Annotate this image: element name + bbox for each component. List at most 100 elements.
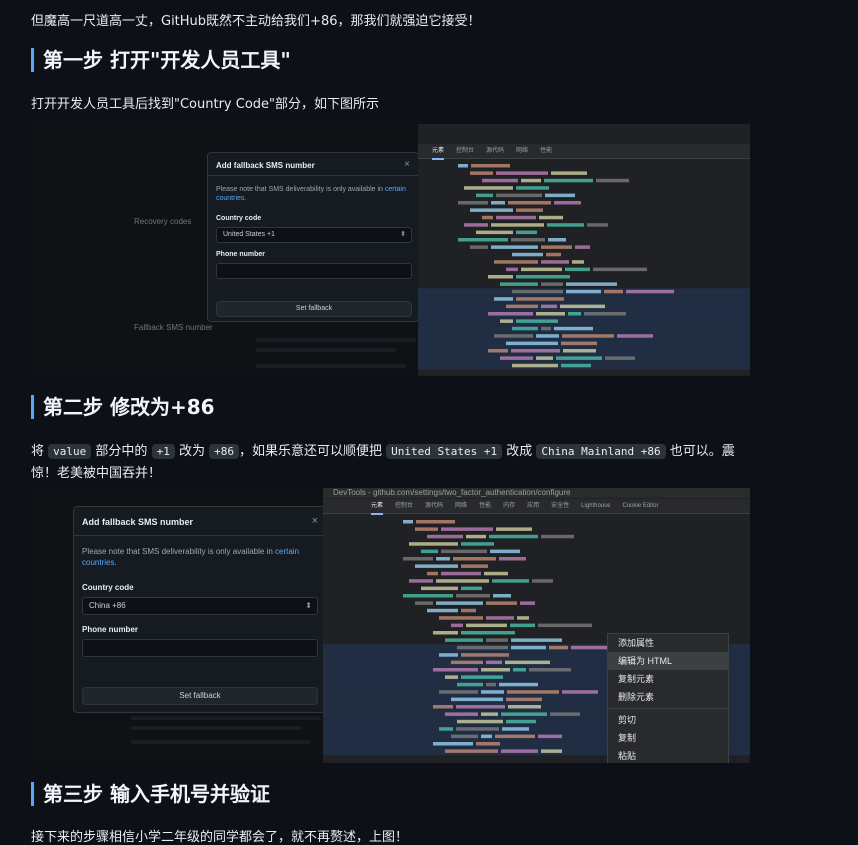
code-token [516,275,570,279]
set-fallback-button[interactable]: Set fallback [216,301,412,317]
intro-text: 但魔高一尺道高一丈，GitHub既然不主动给我们+86，那我们就强迫它接受！ [31,14,481,29]
code-token [545,193,575,198]
code-token [572,260,584,264]
modal-title: Add fallback SMS number [216,161,315,170]
code-token [445,675,458,679]
code-token [456,727,499,731]
code-token [538,623,592,628]
code-token [464,223,488,227]
code-token [521,267,562,272]
code-token [491,223,544,227]
code-token [439,727,453,731]
phone-number-input[interactable] [216,263,412,279]
context-menu-item-5[interactable]: 复制 [608,729,728,747]
code-token [626,289,674,294]
code-token [516,230,537,235]
code-token [496,193,542,198]
code-token [441,527,493,531]
devtools-panel-2: DevTools - github.com/settings/two_facto… [323,488,750,763]
code-token [458,238,508,242]
code-token [617,334,653,338]
code-token [584,312,626,316]
code-token [433,705,453,709]
code-token [556,356,602,360]
code-token [461,564,488,568]
code-token [494,260,538,264]
code-token [486,616,514,620]
code-token [536,312,565,316]
code-token [482,215,493,220]
code-token [489,534,538,539]
country-code-select[interactable]: United States +1 ⬍ [216,227,412,243]
code-token [500,356,533,360]
step2-desc-line2: 惊！老美被中国吞并！ [31,466,162,481]
code-china-mainland: China Mainland +86 [536,444,666,459]
code-token [541,534,574,539]
code-token [516,319,558,323]
code-token [481,712,498,716]
set-fallback-button-2[interactable]: Set fallback [82,687,318,705]
code-token [458,164,468,168]
context-menu-item-1[interactable]: 编辑为 HTML [608,652,728,670]
context-menu-item-4[interactable]: 剪切 [608,711,728,729]
code-token [544,178,593,183]
phone-number-input-2[interactable] [82,639,318,657]
country-code-label: Country code [216,215,262,222]
code-token [513,668,526,672]
country-code-select-2[interactable]: China +86 ⬍ [82,597,318,615]
code-token [470,171,493,175]
step2-heading: 第二步 修改为+86 [31,395,215,419]
code-token [415,564,458,568]
code-highlight [418,317,750,326]
code-token [550,712,580,716]
context-menu-item-3[interactable]: 删除元素 [608,688,728,706]
code-token [547,223,584,227]
code-token [457,645,508,650]
code-token [439,616,483,620]
code-token [461,542,494,546]
code-token [500,319,513,323]
code-token [501,712,547,716]
code-token [512,326,538,331]
code-token [496,527,532,531]
code-token [587,223,608,227]
code-token [560,304,605,309]
code-token [486,682,496,687]
code-token [453,557,496,561]
code-token [562,690,598,694]
code-token [496,171,548,175]
modal-note: Please note that SMS deliverability is o… [216,186,406,203]
context-menu-item-6[interactable]: 粘贴 [608,747,728,763]
code-token [451,734,478,739]
code-token [506,341,558,346]
fallback-sms-modal: Add fallback SMS number × Please note th… [207,152,419,322]
code-token [548,238,566,242]
code-token [486,660,502,665]
code-token [491,201,505,205]
code-token [563,349,596,353]
code-plus1: +1 [151,444,175,459]
devtools-code-1 [418,164,750,370]
context-menu-item-0[interactable]: 添加属性 [608,634,728,652]
code-token [494,334,533,338]
code-token [506,719,536,724]
code-token [492,579,529,583]
code-token [427,534,463,539]
close-icon[interactable]: × [404,159,410,170]
code-token [486,601,517,605]
code-token [488,312,533,316]
code-token [566,282,617,286]
code-token [516,208,543,212]
code-token [481,690,504,694]
code-token [466,623,507,628]
screenshot-2: Add fallback SMS number × Please note th… [31,488,750,763]
code-token [604,289,623,294]
code-token [445,749,498,753]
step3-desc: 接下来的步骤相信小学二年级的同学都会了，就不再赘述，上图！ [31,830,409,845]
code-token [554,326,593,331]
close-icon-2[interactable]: × [312,515,318,527]
devtools-panel-1: 元素 控制台 源代码 网络 性能 [418,124,750,376]
code-token [441,571,481,576]
code-token [561,341,597,346]
context-menu-item-2[interactable]: 复制元素 [608,670,728,688]
